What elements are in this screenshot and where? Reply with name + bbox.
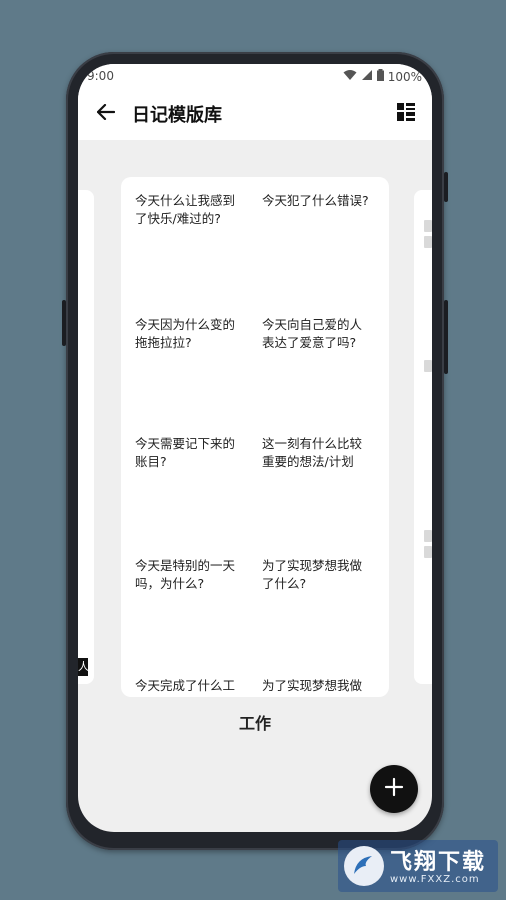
prompt-item: 今天什么让我感到了快乐/难过的?	[135, 193, 236, 226]
previous-template-card[interactable]	[78, 190, 94, 684]
battery-level: 100%	[387, 69, 422, 84]
wifi-icon	[343, 69, 357, 84]
status-bar: 9:00 100%	[78, 64, 432, 88]
phone-side-button-right-1	[444, 172, 448, 202]
next-template-card[interactable]	[414, 190, 432, 684]
arrow-left-icon	[96, 103, 116, 124]
previous-card-label: 人	[78, 658, 88, 676]
card-category-label: 工作	[238, 714, 271, 733]
watermark-title: 飞翔下载	[390, 850, 487, 875]
screen: 9:00 100% 日记模版库 人 今天什么让我感到了快乐/难过的? 今天犯了什…	[78, 64, 432, 832]
next-card-text-fragment	[424, 530, 432, 542]
next-card-text-fragment	[424, 546, 432, 558]
prompt-item: 为了实现梦想我做了什么?	[262, 558, 363, 591]
template-card[interactable]: 今天什么让我感到了快乐/难过的? 今天犯了什么错误? 今天因为什么变的拖拖拉拉?…	[121, 177, 389, 697]
prompt-item: 今天需要记下来的账目?	[135, 436, 236, 469]
signal-icon	[361, 69, 373, 84]
prompt-item: 今天犯了什么错误?	[262, 193, 369, 208]
battery-icon	[376, 69, 384, 84]
prompt-item: 今天向自己爱的人表达了爱意了吗?	[262, 317, 363, 350]
site-logo-icon	[344, 846, 384, 886]
grid-layout-icon	[397, 103, 415, 125]
layout-toggle-button[interactable]	[392, 100, 420, 128]
app-bar: 日记模版库	[78, 88, 432, 140]
prompt-item: 今天完成了什么工作	[135, 678, 236, 697]
prompt-item: 这一刻有什么比较重要的想法/计划	[262, 436, 363, 469]
phone-side-button-right-2	[444, 300, 448, 374]
add-template-button[interactable]	[370, 765, 418, 813]
prompt-item: 今天是特别的一天吗，为什么?	[135, 558, 236, 591]
prompt-item: 今天因为什么变的拖拖拉拉?	[135, 317, 236, 350]
back-button[interactable]	[92, 100, 120, 128]
status-time: 9:00	[87, 69, 114, 83]
prompt-item: 为了实现梦想我做了	[262, 678, 363, 697]
phone-side-button-left	[62, 300, 66, 346]
page-title: 日记模版库	[132, 105, 222, 126]
watermark-url: www.FXXZ.com	[390, 874, 480, 885]
next-card-text-fragment	[424, 220, 432, 232]
site-watermark: 飞翔下载 www.FXXZ.com	[338, 840, 498, 892]
plus-icon	[384, 777, 404, 801]
next-card-text-fragment	[424, 236, 432, 248]
next-card-text-fragment	[424, 360, 432, 372]
